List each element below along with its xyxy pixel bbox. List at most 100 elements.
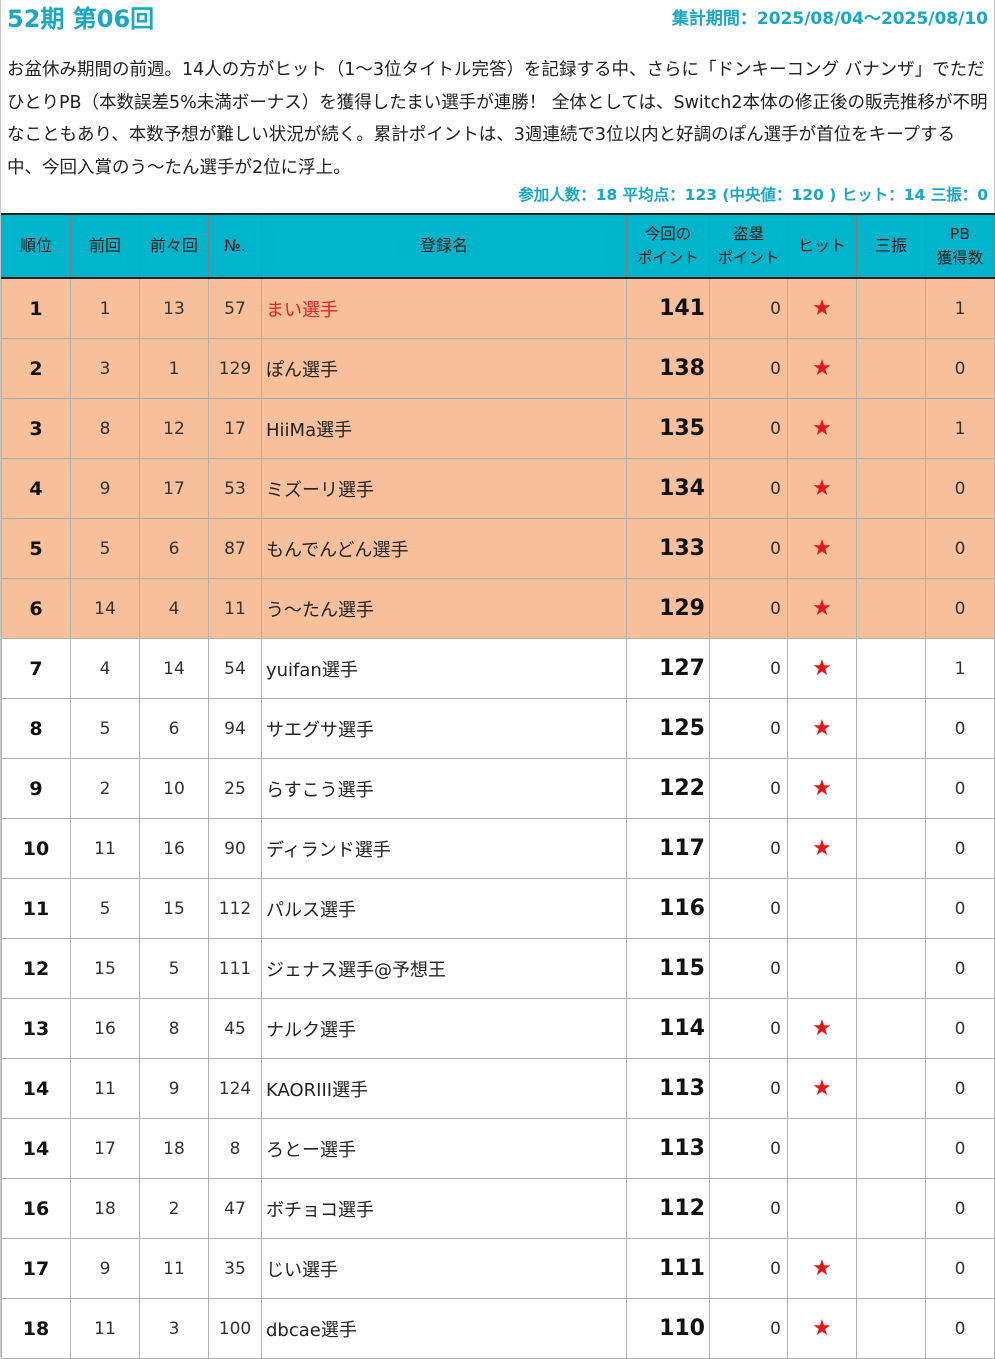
prev-rank-cell: 9: [70, 458, 140, 519]
hit-cell: ★: [787, 277, 857, 339]
prev-rank-cell: 9: [70, 1238, 140, 1299]
prev2-rank-cell: 6: [139, 698, 209, 759]
entry-number-cell: 8: [208, 1118, 262, 1179]
hit-star-icon: ★: [812, 536, 832, 561]
prev-rank-cell: 1: [70, 277, 140, 339]
column-header-name[interactable]: 登録名: [261, 213, 627, 279]
entry-number-cell: 112: [208, 878, 262, 939]
pb-count-cell: 0: [925, 758, 995, 819]
points-cell: 141: [626, 277, 710, 339]
entry-number-cell: 25: [208, 758, 262, 819]
table-row[interactable]: 16 18 2 47 ボチョコ選手 112 0 0: [1, 1178, 995, 1239]
column-header-steal-line2: ポイント: [717, 249, 780, 267]
table-row[interactable]: 18 11 3 100 dbcae選手 110 0 ★ 0: [1, 1298, 995, 1359]
pb-count-cell: 1: [925, 638, 995, 699]
column-header-steal[interactable]: 盗塁 ポイント: [709, 213, 788, 279]
column-header-rank[interactable]: 順位: [1, 213, 71, 279]
rank-cell: 13: [1, 998, 71, 1059]
rank-cell: 6: [1, 578, 71, 639]
column-header-pb[interactable]: PB 獲得数: [925, 213, 995, 279]
table-row[interactable]: 1 1 13 57 まい選手 141 0 ★ 1: [1, 277, 995, 339]
strikeout-cell: [856, 758, 926, 819]
hit-cell: ★: [787, 338, 857, 399]
table-row[interactable]: 9 2 10 25 らすこう選手 122 0 ★ 0: [1, 758, 995, 819]
prev-rank-cell: 11: [70, 1298, 140, 1359]
entry-number-cell: 45: [208, 998, 262, 1059]
ranking-page: 52期 第06回 集計期間：2025/08/04～2025/08/10 お盆休み…: [0, 0, 995, 1359]
hit-cell: ★: [787, 458, 857, 519]
table-row[interactable]: 7 4 14 54 yuifan選手 127 0 ★ 1: [1, 638, 995, 699]
rank-cell: 14: [1, 1058, 71, 1119]
entry-number-cell: 17: [208, 398, 262, 459]
hit-cell: ★: [787, 1058, 857, 1119]
steal-points-cell: 0: [709, 998, 788, 1059]
hit-star-icon: ★: [812, 1316, 832, 1341]
column-header-pb-line2: 獲得数: [936, 249, 984, 267]
column-header-points[interactable]: 今回の ポイント: [626, 213, 710, 279]
strikeout-cell: [856, 338, 926, 399]
table-row[interactable]: 6 14 4 11 う～たん選手 129 0 ★ 0: [1, 578, 995, 639]
strikeout-cell: [856, 1058, 926, 1119]
table-row[interactable]: 3 8 12 17 HiiMa選手 135 0 ★ 1: [1, 398, 995, 459]
participation-summary: 参加人数：18 平均点：123 (中央値：120 ) ヒット：14 三振：0: [518, 186, 988, 204]
column-header-prev2[interactable]: 前々回: [139, 213, 209, 279]
hit-star-icon: ★: [812, 1256, 832, 1281]
table-row[interactable]: 5 5 6 87 もんでんどん選手 133 0 ★ 0: [1, 518, 995, 579]
column-header-no[interactable]: №.: [208, 213, 262, 279]
hit-cell: ★: [787, 698, 857, 759]
rank-cell: 14: [1, 1118, 71, 1179]
table-row[interactable]: 11 5 15 112 パルス選手 116 0 0: [1, 878, 995, 939]
column-header-prev[interactable]: 前回: [70, 213, 140, 279]
entry-number-cell: 57: [208, 277, 262, 339]
prev2-rank-cell: 11: [139, 1238, 209, 1299]
entry-number-cell: 124: [208, 1058, 262, 1119]
hit-cell: ★: [787, 998, 857, 1059]
hit-cell: ★: [787, 518, 857, 579]
rank-cell: 1: [1, 277, 71, 339]
entry-number-cell: 129: [208, 338, 262, 399]
table-row[interactable]: 14 11 9 124 KAORIII選手 113 0 ★ 0: [1, 1058, 995, 1119]
table-row[interactable]: 12 15 5 111 ジェナス選手@予想王 115 0 0: [1, 938, 995, 999]
header: 52期 第06回 集計期間：2025/08/04～2025/08/10: [1, 0, 994, 42]
steal-points-cell: 0: [709, 458, 788, 519]
table-row[interactable]: 4 9 17 53 ミズーリ選手 134 0 ★ 0: [1, 458, 995, 519]
player-name-cell: パルス選手: [261, 878, 627, 939]
hit-cell: [787, 878, 857, 939]
hit-star-icon: ★: [812, 776, 832, 801]
steal-points-cell: 0: [709, 398, 788, 459]
prev-rank-cell: 18: [70, 1178, 140, 1239]
hit-cell: ★: [787, 818, 857, 879]
table-row[interactable]: 17 9 11 35 じい選手 111 0 ★ 0: [1, 1238, 995, 1299]
rank-cell: 12: [1, 938, 71, 999]
hit-cell: [787, 1118, 857, 1179]
pb-count-cell: 0: [925, 578, 995, 639]
table-row[interactable]: 2 3 1 129 ぽん選手 138 0 ★ 0: [1, 338, 995, 399]
steal-points-cell: 0: [709, 518, 788, 579]
pb-count-cell: 0: [925, 1118, 995, 1179]
rank-cell: 3: [1, 398, 71, 459]
table-row[interactable]: 13 16 8 45 ナルク選手 114 0 ★ 0: [1, 998, 995, 1059]
prev-rank-cell: 4: [70, 638, 140, 699]
points-cell: 122: [626, 758, 710, 819]
steal-points-cell: 0: [709, 818, 788, 879]
table-row[interactable]: 14 17 18 8 ろとー選手 113 0 0: [1, 1118, 995, 1179]
prev2-rank-cell: 18: [139, 1118, 209, 1179]
column-header-hit[interactable]: ヒット: [787, 213, 857, 279]
player-name-cell: HiiMa選手: [261, 398, 627, 459]
hit-cell: ★: [787, 758, 857, 819]
hit-star-icon: ★: [812, 596, 832, 621]
player-name-cell: ナルク選手: [261, 998, 627, 1059]
column-header-strikeout[interactable]: 三振: [856, 213, 926, 279]
column-header-points-line2: ポイント: [636, 249, 699, 267]
table-row[interactable]: 8 5 6 94 サエグサ選手 125 0 ★ 0: [1, 698, 995, 759]
hit-cell: [787, 1178, 857, 1239]
table-row[interactable]: 10 11 16 90 ディランド選手 117 0 ★ 0: [1, 818, 995, 879]
prev-rank-cell: 8: [70, 398, 140, 459]
pb-count-cell: 0: [925, 878, 995, 939]
entry-number-cell: 94: [208, 698, 262, 759]
prev2-rank-cell: 1: [139, 338, 209, 399]
prev2-rank-cell: 15: [139, 878, 209, 939]
prev-rank-cell: 3: [70, 338, 140, 399]
steal-points-cell: 0: [709, 1298, 788, 1359]
player-name-cell: KAORIII選手: [261, 1058, 627, 1119]
